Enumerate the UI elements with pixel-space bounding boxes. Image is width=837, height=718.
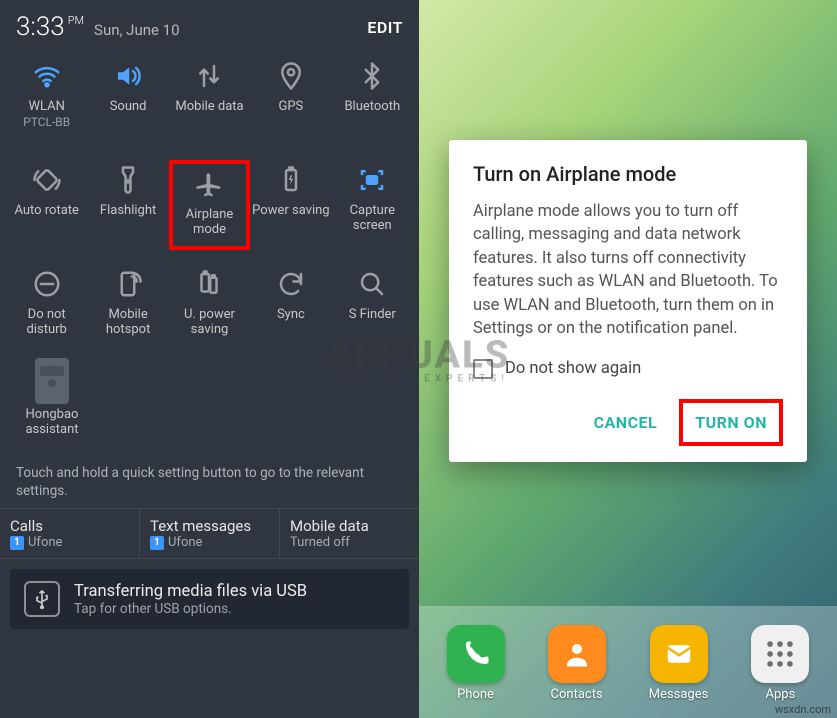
apps-icon bbox=[751, 625, 809, 683]
sim-title: Mobile data bbox=[290, 517, 409, 535]
qs-tile-sfinder[interactable]: S Finder bbox=[332, 264, 413, 354]
sim-badge: 1 bbox=[10, 536, 24, 550]
dock-label: Messages bbox=[649, 687, 709, 702]
capture-icon bbox=[352, 160, 392, 200]
usb-sub: Tap for other USB options. bbox=[74, 601, 307, 617]
qs-tile-label: Auto rotate bbox=[14, 204, 79, 219]
sim-col[interactable]: Mobile dataTurned off bbox=[279, 509, 419, 558]
qs-tile-powersave[interactable]: Power saving bbox=[250, 160, 331, 250]
powersave-icon bbox=[271, 160, 311, 200]
usb-card[interactable]: Transferring media files via USB Tap for… bbox=[10, 569, 409, 629]
quick-settings-hint: Touch and hold a quick setting button to… bbox=[0, 458, 419, 508]
qs-tile-label: Sound bbox=[110, 100, 147, 115]
dialog-body: Airplane mode allows you to turn off cal… bbox=[473, 200, 783, 341]
qs-tile-hotspot[interactable]: Mobile hotspot bbox=[87, 264, 168, 354]
status-bar-right bbox=[419, 0, 837, 32]
home-screen: Turn on Airplane mode Airplane mode allo… bbox=[419, 0, 837, 718]
qs-tile-rotate[interactable]: Auto rotate bbox=[6, 160, 87, 250]
qs-tile-sublabel: PTCL-BB bbox=[23, 115, 70, 129]
qs-tile-label: Sync bbox=[277, 308, 305, 323]
qs-tile-label: Airplane mode bbox=[173, 208, 246, 238]
dnd-icon bbox=[27, 264, 67, 304]
qs-tile-label: S Finder bbox=[349, 308, 396, 323]
qs-tile-label: Mobile data bbox=[175, 100, 243, 115]
qs-tile-gps[interactable]: GPS bbox=[250, 56, 331, 146]
qs-tile-upowersave[interactable]: U. power saving bbox=[169, 264, 250, 354]
upowersave-icon bbox=[189, 264, 229, 304]
qs-tile-mobiledata[interactable]: Mobile data bbox=[169, 56, 250, 146]
rotate-icon bbox=[27, 160, 67, 200]
airplane-dialog: Turn on Airplane mode Airplane mode allo… bbox=[449, 140, 807, 462]
dock-label: Contacts bbox=[551, 687, 603, 702]
sim-title: Calls bbox=[10, 517, 129, 535]
qs-tile-flashlight[interactable]: Flashlight bbox=[87, 160, 168, 250]
hongbao-icon bbox=[35, 358, 69, 404]
qs-tile-capture[interactable]: Capture screen bbox=[332, 160, 413, 250]
qs-tile-label: U. power saving bbox=[169, 308, 250, 338]
usb-title: Transferring media files via USB bbox=[74, 582, 307, 601]
sim-title: Text messages bbox=[150, 517, 269, 535]
dock-apps[interactable]: Apps bbox=[751, 625, 809, 702]
watermark-corner: wsxdn.com bbox=[775, 703, 831, 716]
notification-panel: 3:33PM Sun, June 10 EDIT WLANPTCL-BB Soun… bbox=[0, 0, 419, 718]
gps-icon bbox=[271, 56, 311, 96]
sim-sub: 1Ufone bbox=[10, 535, 129, 550]
bluetooth-icon bbox=[352, 56, 392, 96]
qs-tile-sync[interactable]: Sync bbox=[250, 264, 331, 354]
qs-tile-label: Flashlight bbox=[100, 204, 156, 219]
qs-tile-label: Mobile hotspot bbox=[87, 308, 168, 338]
dialog-checkbox-row[interactable]: Do not show again bbox=[473, 359, 783, 379]
qs-tile-label: Do not disturb bbox=[6, 308, 87, 338]
phone-icon bbox=[447, 625, 505, 683]
qs-tile-dnd[interactable]: Do not disturb bbox=[6, 264, 87, 354]
edit-button[interactable]: EDIT bbox=[367, 18, 403, 37]
status-bar: 3:33PM Sun, June 10 EDIT bbox=[0, 0, 419, 46]
qs-tile-wifi[interactable]: WLANPTCL-BB bbox=[6, 56, 87, 146]
qs-tile-label: Capture screen bbox=[332, 204, 413, 234]
sound-icon bbox=[108, 56, 148, 96]
sim-sub: 1Ufone bbox=[150, 535, 269, 550]
checkbox-icon[interactable] bbox=[473, 359, 493, 379]
mobiledata-icon bbox=[189, 56, 229, 96]
flashlight-icon bbox=[108, 160, 148, 200]
dock-contacts[interactable]: Contacts bbox=[548, 625, 606, 702]
dialog-actions: CANCEL TURN ON bbox=[473, 399, 783, 446]
usb-icon bbox=[24, 581, 60, 617]
sync-icon bbox=[271, 264, 311, 304]
sim-col[interactable]: Calls1Ufone bbox=[0, 509, 139, 558]
dialog-title: Turn on Airplane mode bbox=[473, 162, 783, 186]
dock-phone[interactable]: Phone bbox=[447, 625, 505, 702]
qs-tile-sound[interactable]: Sound bbox=[87, 56, 168, 146]
quick-settings-grid: WLANPTCL-BB Sound Mobile data GPS Bluetooth A… bbox=[0, 46, 419, 358]
turn-on-button[interactable]: TURN ON bbox=[679, 399, 783, 446]
hongbao-label: Hongbao assistant bbox=[10, 408, 94, 438]
contacts-icon bbox=[548, 625, 606, 683]
status-date: Sun, June 10 bbox=[94, 21, 180, 39]
checkbox-label: Do not show again bbox=[505, 359, 641, 378]
airplane-icon bbox=[189, 164, 229, 204]
hotspot-icon bbox=[108, 264, 148, 304]
wifi-icon bbox=[27, 56, 67, 96]
qs-tile-label: Power saving bbox=[252, 204, 329, 219]
qs-tile-bluetooth[interactable]: Bluetooth bbox=[332, 56, 413, 146]
dock-label: Apps bbox=[766, 687, 796, 702]
sim-sub: Turned off bbox=[290, 535, 409, 550]
dock-messages[interactable]: Messages bbox=[649, 625, 709, 702]
sfinder-icon bbox=[352, 264, 392, 304]
dock-label: Phone bbox=[457, 687, 494, 702]
dock: Phone Contacts Messages Apps bbox=[419, 606, 837, 718]
qs-tile-label: Bluetooth bbox=[344, 100, 400, 115]
clock-time: 3:33PM bbox=[16, 12, 84, 42]
qs-tile-label: WLAN bbox=[28, 100, 64, 115]
qs-tile-label: GPS bbox=[279, 100, 304, 115]
sim-badge: 1 bbox=[150, 536, 164, 550]
qs-tile-airplane[interactable]: Airplane mode bbox=[169, 160, 250, 250]
sim-col[interactable]: Text messages1Ufone bbox=[139, 509, 279, 558]
messages-icon bbox=[650, 625, 708, 683]
sim-row: Calls1UfoneText messages1UfoneMobile dat… bbox=[0, 508, 419, 559]
cancel-button[interactable]: CANCEL bbox=[582, 403, 670, 442]
hongbao-tile[interactable]: Hongbao assistant bbox=[10, 358, 94, 454]
